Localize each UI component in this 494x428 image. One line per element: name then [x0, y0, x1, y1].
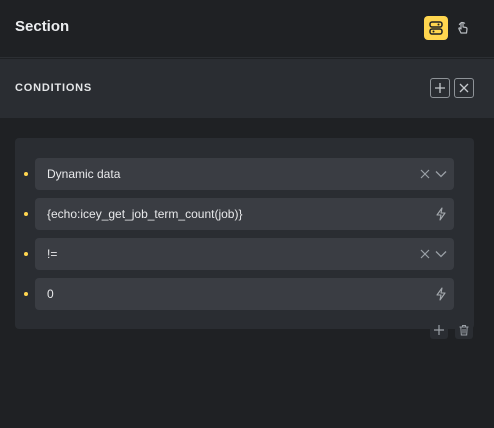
panel-title: Section	[15, 18, 70, 35]
compare-value: 0	[47, 287, 54, 301]
chevron-down-icon[interactable]	[433, 166, 449, 182]
condition-row: {echo:icey_get_job_term_count(job)}	[15, 198, 474, 230]
plus-icon	[434, 325, 444, 335]
bullet-dot	[24, 212, 28, 216]
dynamic-data-value: {echo:icey_get_job_term_count(job)}	[47, 207, 243, 221]
clear-icon[interactable]	[417, 166, 433, 182]
dynamic-data-field[interactable]: {echo:icey_get_job_term_count(job)}	[35, 198, 454, 230]
condition-row: !=	[15, 238, 474, 270]
close-icon	[459, 83, 469, 93]
add-condition-row-button[interactable]	[430, 321, 448, 339]
interaction-button[interactable]	[451, 16, 475, 40]
lightning-icon[interactable]	[433, 286, 449, 302]
panel-header: Section	[0, 0, 494, 58]
conditions-header: CONDITIONS	[0, 59, 494, 118]
compare-value-field[interactable]: 0	[35, 278, 454, 310]
compare-operator-select[interactable]: !=	[35, 238, 454, 270]
compare-operator-value: !=	[47, 247, 58, 261]
trash-icon	[459, 325, 469, 336]
style-toggle-icon	[429, 21, 443, 35]
remove-conditions-button[interactable]	[454, 78, 474, 98]
condition-row: Dynamic data	[15, 158, 474, 190]
delete-condition-group-button[interactable]	[455, 321, 473, 339]
conditions-label: CONDITIONS	[15, 82, 93, 94]
cursor-hand-icon	[458, 21, 468, 34]
plus-icon	[435, 83, 445, 93]
clear-icon[interactable]	[417, 246, 433, 262]
condition-key-select[interactable]: Dynamic data	[35, 158, 454, 190]
chevron-down-icon[interactable]	[433, 246, 449, 262]
add-condition-button[interactable]	[430, 78, 450, 98]
style-toggle-button[interactable]	[424, 16, 448, 40]
bullet-dot	[24, 252, 28, 256]
bullet-dot	[24, 172, 28, 176]
condition-key-value: Dynamic data	[47, 167, 121, 181]
bullet-dot	[24, 292, 28, 296]
condition-group: Dynamic data {echo:icey_get_job_term_cou…	[15, 138, 474, 329]
condition-row: 0	[15, 278, 474, 310]
lightning-icon[interactable]	[433, 206, 449, 222]
